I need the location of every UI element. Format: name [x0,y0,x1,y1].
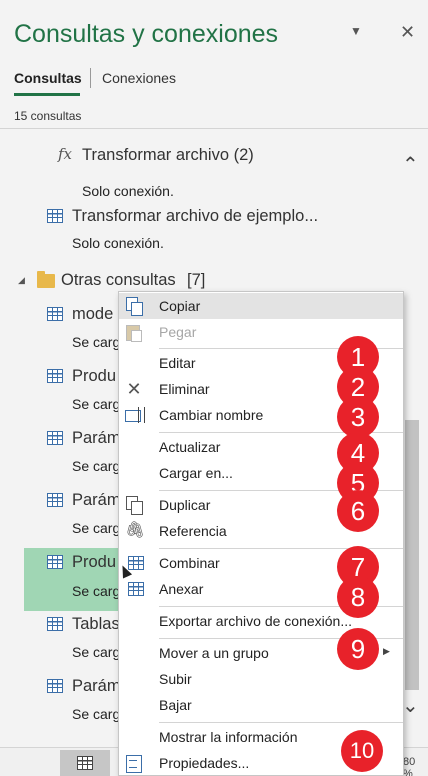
table-icon [47,555,63,569]
table-icon [47,617,63,631]
table-icon [47,493,63,507]
group-name: Otras consultas [61,271,176,289]
scrollbar-thumb[interactable] [405,420,419,690]
query-status: Se carg [72,396,121,412]
query-name: Parám [72,677,121,695]
function-icon: fx [58,145,73,163]
menu-separator [159,722,403,723]
query-name: Produ [72,367,117,385]
folder-icon [37,271,55,288]
table-icon [47,209,63,223]
menu-label: Mostrar la información [159,729,298,745]
query-name: Transformar archivo (2) [82,146,254,164]
delete-icon: ✕ [126,379,142,399]
table-icon [47,431,63,445]
table-icon [47,369,63,383]
active-tab-underline [14,93,80,96]
menu-label: Mover a un grupo [159,645,269,661]
properties-icon [125,754,143,773]
paperclip-icon: 🖇 [125,522,146,539]
step-badge-8: 8 [337,576,379,618]
paste-icon [125,323,143,342]
query-name: mode [72,305,114,323]
menu-label: Exportar archivo de conexión... [159,613,352,629]
menu-label: Combinar [159,555,220,571]
scroll-down-icon[interactable]: ⌄ [402,693,419,718]
pane-title: Consultas y conexiones [14,20,279,48]
copy-icon [125,297,143,316]
query-status: Se carg [72,644,121,660]
menu-label: Pegar [159,324,197,340]
duplicate-icon [125,496,143,515]
query-name: Transformar archivo de ejemplo... [72,207,319,225]
tab-connections[interactable]: Conexiones [102,70,176,86]
rename-icon [125,406,145,424]
query-status: Solo conexión. [72,235,164,251]
list-item[interactable]: fx Transformar archivo (2) Solo conexión… [0,137,398,199]
query-status: Se carg [72,583,121,599]
menu-item-move-down[interactable]: Bajar [119,692,403,718]
query-status: Se carg [72,334,121,350]
zoom-level[interactable]: 80 % [403,756,428,776]
query-name: Parám [72,491,121,509]
group-count: [7] [187,271,206,289]
menu-label: Cargar en... [159,465,233,481]
step-badge-9: 9 [337,628,379,670]
menu-label: Cambiar nombre [159,407,264,423]
step-badge-10: 10 [341,730,383,772]
normal-view-button[interactable] [60,750,110,776]
append-icon [125,580,144,598]
query-name: Produ [72,553,117,571]
close-pane-icon[interactable]: ✕ [400,22,415,43]
menu-label: Subir [159,671,192,687]
menu-label: Copiar [159,298,201,314]
query-status: Se carg [72,520,121,536]
menu-label: Propiedades... [159,755,250,771]
menu-label: Eliminar [159,381,210,397]
menu-label: Editar [159,355,196,371]
menu-label: Bajar [159,697,192,713]
collapse-arrow-icon[interactable]: ◢ [18,275,25,286]
submenu-arrow-icon: ▶ [383,646,390,656]
grid-icon [77,756,93,770]
tab-divider [90,68,91,88]
menu-item-copy[interactable]: Copiar [119,293,403,319]
query-count: 15 consultas [14,109,82,123]
table-icon [47,307,63,321]
query-status: Se carg [72,458,121,474]
menu-item-move-up[interactable]: Subir [119,666,403,692]
pane-options-dropdown-icon[interactable]: ▼ [350,24,362,38]
menu-label: Duplicar [159,497,211,513]
menu-label: Referencia [159,523,227,539]
table-icon [47,679,63,693]
scroll-up-icon[interactable]: ⌃ [402,152,419,177]
query-name: Tablas [72,615,120,633]
query-status: Solo conexión. [82,183,174,199]
table-icon [128,582,144,596]
list-item[interactable]: Transformar archivo de ejemplo... Solo c… [0,199,398,261]
menu-label: Anexar [159,581,204,597]
menu-label: Actualizar [159,439,221,455]
tab-queries[interactable]: Consultas [14,70,82,86]
step-badge-6: 6 [337,490,379,532]
query-name: Parám [72,429,121,447]
query-status: Se carg [72,706,121,722]
